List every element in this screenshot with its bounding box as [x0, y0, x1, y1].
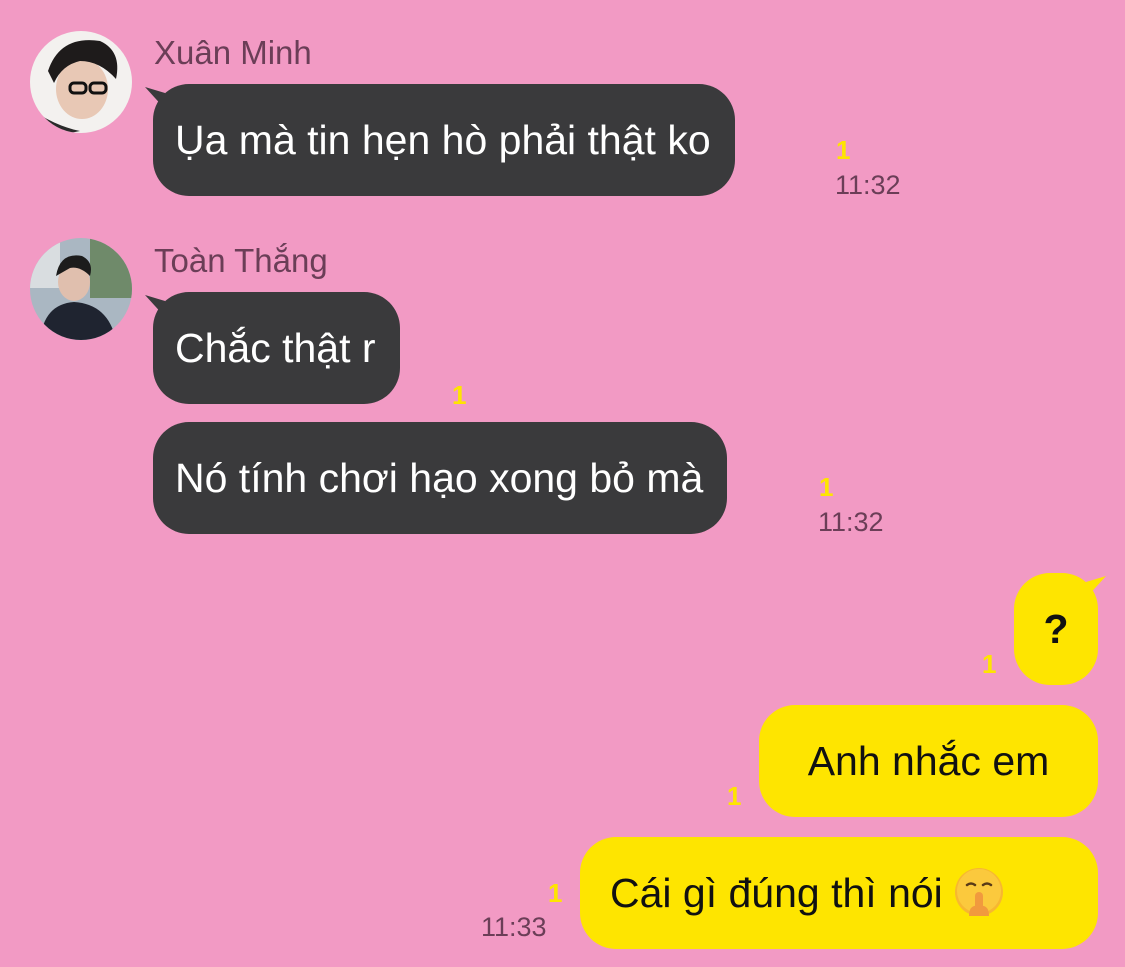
unread-count: 1: [548, 878, 563, 908]
unread-count: 1: [452, 380, 467, 410]
shushing-face-icon: [954, 868, 1003, 917]
avatar-photo: [30, 31, 132, 133]
avatar-photo: [30, 238, 132, 340]
unread-count: 1: [836, 135, 851, 165]
message-text: Ụa mà tin hẹn hò phải thật ko: [175, 117, 711, 163]
message-text: Chắc thật r: [175, 325, 376, 371]
unread-count: 1: [982, 649, 997, 679]
message-time: 11:32: [818, 507, 884, 537]
unread-count: 1: [819, 472, 834, 502]
message-bubble[interactable]: Cái gì đúng thì nói: [580, 837, 1098, 949]
message-time: 11:32: [835, 170, 901, 200]
avatar-toan-thang[interactable]: [30, 238, 132, 340]
avatar-xuan-minh[interactable]: [30, 31, 132, 133]
message-bubble[interactable]: Ụa mà tin hẹn hò phải thật ko: [153, 84, 735, 196]
message-text: Anh nhắc em: [807, 738, 1050, 784]
message-text: Nó tính chơi hạo xong bỏ mà: [175, 455, 704, 501]
message-text: Cái gì đúng thì nói: [610, 870, 943, 916]
message-text: ?: [1043, 606, 1069, 652]
sender-name: Xuân Minh: [154, 34, 312, 71]
unread-count: 1: [727, 781, 742, 811]
message-bubble[interactable]: Chắc thật r: [153, 292, 400, 404]
message-bubble[interactable]: Anh nhắc em: [759, 705, 1098, 817]
message-time: 11:33: [481, 912, 547, 942]
message-bubble[interactable]: ?: [1014, 573, 1098, 685]
sender-name: Toàn Thắng: [154, 242, 328, 279]
message-bubble[interactable]: Nó tính chơi hạo xong bỏ mà: [153, 422, 728, 534]
